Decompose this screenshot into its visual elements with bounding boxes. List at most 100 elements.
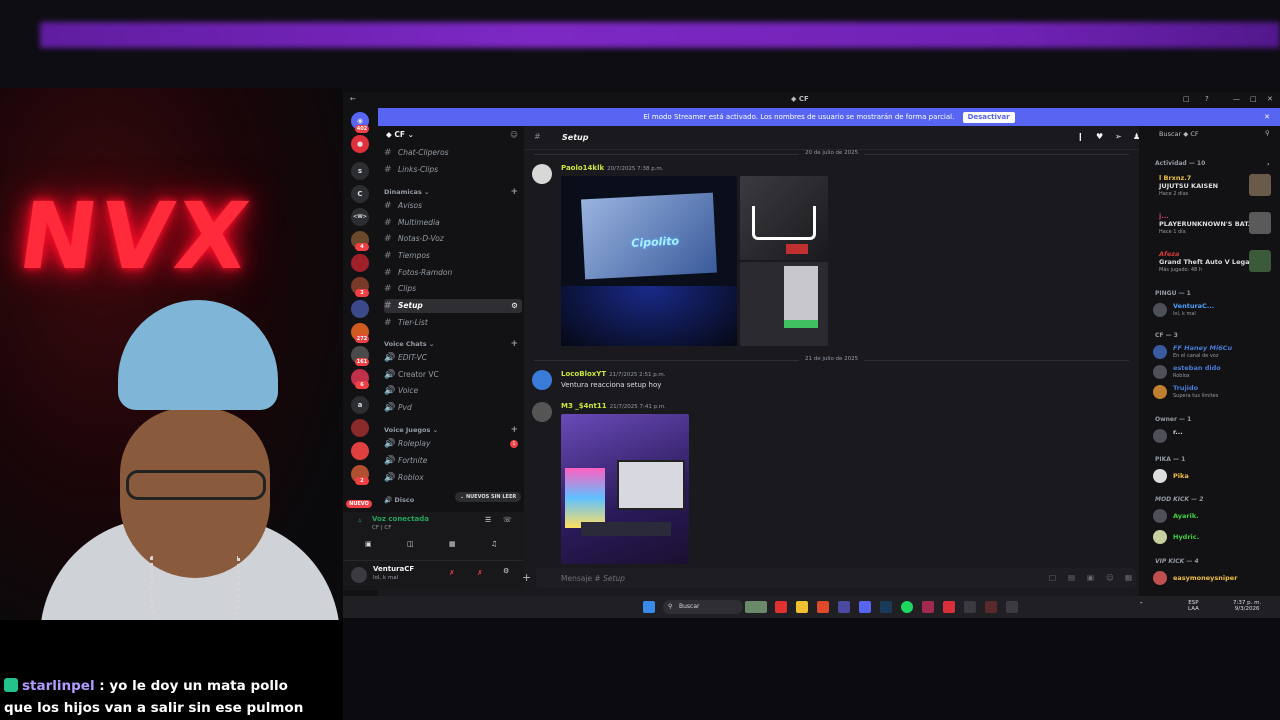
add-friend-icon[interactable]: ☺ [510,130,518,139]
server-icon[interactable]: s [351,162,369,180]
close-banner-icon[interactable]: ✕ [1264,108,1270,126]
activity-card[interactable]: j... PLAYERUNKNOWN'S BAT... Hace 1 día [1153,212,1277,235]
steam-icon[interactable] [880,601,892,613]
channel-item[interactable]: # Fotos-Ramdon [384,266,522,280]
channel-item[interactable]: # Chat-Cliperos [384,146,522,160]
help-icon[interactable]: ? [1205,95,1209,103]
server-icon[interactable] [351,300,369,318]
channel-item[interactable]: # Links-Clips [384,163,522,177]
app-icon[interactable] [838,601,850,613]
category-header[interactable]: Voice Juegos ⌄ + [384,424,522,436]
screen-share-icon[interactable]: ◫ [407,540,414,548]
server-icon[interactable] [351,419,369,437]
notification-bell-icon[interactable]: ♥ [1096,132,1103,141]
minimize-icon[interactable]: — [1233,95,1240,103]
back-arrow-icon[interactable]: ← [350,95,356,103]
voice-location[interactable]: CF | CF [372,525,391,531]
maximize-icon[interactable]: □ [1250,95,1257,103]
disconnect-icon[interactable]: ☏ [503,516,512,524]
unread-pill[interactable]: ⌄ NUEVOS SIN LEER [455,492,522,502]
sticker-icon[interactable]: ▣ [1087,573,1094,582]
noise-suppression-icon[interactable]: ☰ [485,516,491,524]
add-channel-icon[interactable]: + [510,186,518,198]
app-icon[interactable] [985,601,997,613]
message-author[interactable]: M3 _$4nt11 21/7/2025 7:41 p.m. [561,402,666,410]
message-image[interactable] [740,176,828,260]
pin-icon[interactable]: ➢ [1115,132,1122,141]
channel-item-setup[interactable]: # Setup ⚙ [384,299,522,313]
avatar[interactable] [532,164,552,184]
message-image[interactable] [561,414,689,564]
member-item[interactable]: Pika [1153,468,1277,486]
user-settings-icon[interactable]: ⚙ [503,567,509,575]
activity-card[interactable]: l Brxnz.7 JUJUTSU KAISEN Hace 2 días [1153,174,1277,197]
gift-icon[interactable]: □ [1049,573,1056,582]
search-field[interactable]: Buscar ◆ CF [1159,130,1199,138]
app-icon[interactable] [1006,601,1018,613]
voice-channel[interactable]: 🔊 EDIT-VC [384,351,522,365]
activity-card[interactable]: Afeza Grand Theft Auto V Legacy Más juga… [1153,250,1277,273]
server-icon[interactable] [351,254,369,272]
server-icon[interactable]: a [351,396,369,414]
spotify-icon[interactable] [901,601,913,613]
start-icon[interactable] [643,601,655,613]
member-item[interactable]: Hydric. [1153,529,1277,547]
tray-chevron-icon[interactable]: ⌃ [1139,602,1144,608]
deafen-icon[interactable]: ✗ [477,569,483,577]
avatar[interactable] [532,402,552,422]
explorer-icon[interactable] [796,601,808,613]
add-attachment-icon[interactable]: + [522,571,531,584]
channel-item[interactable]: # Avisos [384,199,522,213]
avatar[interactable] [351,567,367,583]
app-icon[interactable] [922,601,934,613]
message-image[interactable] [740,262,828,346]
voice-channel[interactable]: 🔊 Roblox [384,471,522,485]
camera-icon[interactable]: ▣ [365,540,372,548]
discord-icon[interactable] [859,601,871,613]
threads-icon[interactable]: ❙ [1077,132,1084,141]
voice-channel[interactable]: 🔊 Fortnite [384,454,522,468]
server-icon[interactable]: <W> [351,208,369,226]
voice-channel[interactable]: 🔊 Roleplay 1 [384,437,522,451]
app-icon[interactable] [964,601,976,613]
channel-item[interactable]: # Tier-List [384,316,522,330]
apps-icon[interactable]: ▦ [1125,573,1132,582]
soundboard-icon[interactable]: ♫ [491,540,497,548]
emoji-icon[interactable]: ☺ [1106,573,1114,582]
mute-icon[interactable]: ✗ [449,569,455,577]
member-item[interactable]: FF Haney Mi6Cu En el canal de voz [1153,344,1277,362]
server-icon[interactable]: ● [351,135,369,153]
channel-item[interactable]: # Notas-D-Voz [384,232,522,246]
brave-icon[interactable] [817,601,829,613]
channel-item[interactable]: # Clips [384,282,522,296]
weather-icon[interactable] [745,601,767,613]
deactivate-button[interactable]: Desactivar [962,112,1015,123]
category-header[interactable]: Voice Chats ⌄ + [384,338,522,350]
member-item[interactable]: Ayarik. [1153,508,1277,526]
add-channel-icon[interactable]: + [510,424,518,436]
clock[interactable]: 7:37 p. m. 9/3/2026 [1233,600,1261,612]
server-icon[interactable] [351,442,369,460]
channel-item[interactable]: # Multimedia [384,216,522,230]
server-icon[interactable]: C [351,185,369,203]
member-item[interactable]: esteban dido Roblox [1153,364,1277,382]
member-item[interactable]: r... [1153,428,1277,446]
message-composer[interactable]: + Mensaje # Setup □ ▤ ▣ ☺ ▦ [522,568,1136,588]
taskbar-search[interactable]: ⚲ Buscar [663,600,743,614]
app-icon[interactable] [775,601,787,613]
member-item[interactable]: easymoneysniper [1153,570,1277,588]
search-icon[interactable]: ⚲ [1265,129,1270,137]
chevron-right-icon[interactable]: › [1267,160,1270,168]
member-item[interactable]: Trujido Supera tus límites [1153,384,1277,402]
message-image[interactable]: Cipolito [561,176,737,346]
settings-icon[interactable]: ⚙ [511,299,518,313]
message-author[interactable]: Paolo14klk 20/7/2025 7:38 p.m. [561,164,664,172]
member-item[interactable]: VenturaC... lol, k mal [1153,302,1277,320]
voice-channel[interactable]: 🔊 Creator VC [384,368,522,382]
inbox-icon[interactable]: □ [1183,95,1190,103]
category-header[interactable]: Dinamicas ⌄ + [384,186,522,198]
message-author[interactable]: LocoBloxYT 21/7/2025 2:51 p.m. [561,370,666,378]
activities-icon[interactable]: ▦ [449,540,456,548]
language-indicator[interactable]: ESP LAA [1188,600,1199,612]
channel-item[interactable]: # Tiempos [384,249,522,263]
